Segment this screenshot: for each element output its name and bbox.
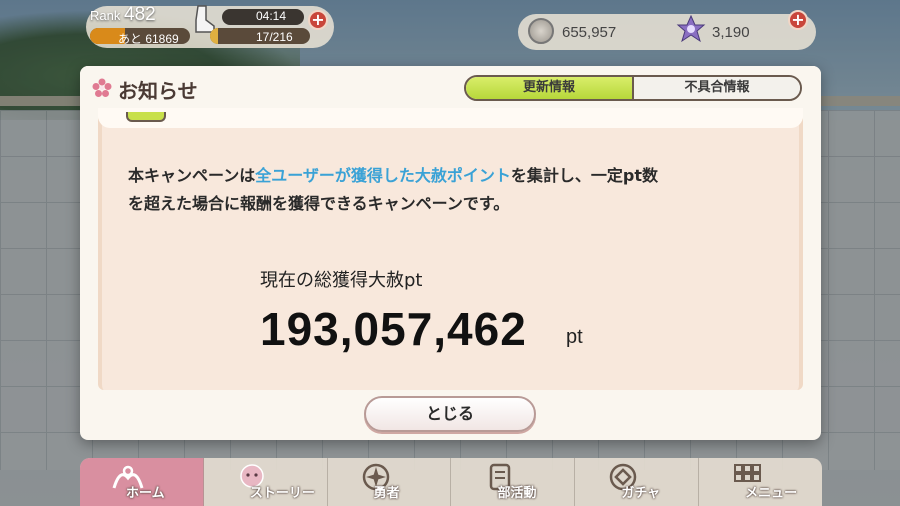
nav-item-menu[interactable]: メニュー — [699, 458, 822, 506]
tab-update-info[interactable]: 更新情報 — [466, 77, 634, 99]
nav-label: メニュー — [745, 486, 798, 501]
add-gems-button[interactable]: + — [788, 10, 808, 30]
nav-item-club[interactable]: 部活動 — [451, 458, 576, 506]
total-points-unit: pt — [566, 326, 583, 348]
exp-remaining: あと 61869 — [118, 32, 179, 46]
nav-label: ストーリー — [249, 486, 315, 501]
bottom-nav: ホーム ストーリー 勇者 部活動 ガチャ メニュー — [80, 458, 822, 506]
nav-label: 部活動 — [497, 486, 537, 501]
sakura-icon — [92, 78, 112, 97]
close-button[interactable]: とじる — [364, 396, 536, 432]
modal-title: お知らせ — [118, 79, 198, 103]
rank-value: 482 — [124, 4, 156, 25]
stamina-timer: 04:14 — [256, 9, 287, 23]
description-text: 本キャンペーンは — [128, 166, 256, 185]
tab-bug-info[interactable]: 不具合情報 — [634, 77, 800, 99]
nav-item-hero[interactable]: 勇者 — [328, 458, 452, 506]
coin-value: 655,957 — [562, 24, 617, 41]
total-points-caption: 現在の総獲得大赦pt — [260, 270, 423, 291]
gem-value: 3,190 — [712, 24, 750, 41]
description-text: を集計し、一定pt数 — [510, 166, 658, 185]
scrolled-banner-edge — [126, 112, 166, 122]
description-text: を超えた場合に報酬を獲得できるキャンペーンです。 — [128, 194, 510, 213]
add-stamina-button[interactable]: + — [308, 10, 328, 30]
stamina-bar-fill — [210, 28, 218, 44]
nav-label: ガチャ — [621, 486, 661, 501]
notice-modal: お知らせ 更新情報 不具合情報 本キャンペーンは全ユーザーが獲得した大赦ポイント… — [80, 66, 821, 440]
nav-label: ホーム — [126, 486, 165, 501]
campaign-description: 本キャンペーンは全ユーザーが獲得した大赦ポイントを集計し、一定pt数 を超えた場… — [128, 162, 778, 218]
coin-icon — [528, 18, 554, 44]
gem-icon — [676, 14, 706, 43]
rank-label: Rank — [90, 8, 121, 23]
total-points-value: 193,057,462 — [260, 303, 527, 355]
nav-item-home[interactable]: ホーム — [80, 458, 204, 506]
nav-item-story[interactable]: ストーリー — [204, 458, 328, 506]
description-highlight: 全ユーザーが獲得した大赦ポイント — [255, 166, 511, 185]
content-scroll-top-edge — [98, 108, 803, 128]
notice-tabs: 更新情報 不具合情報 — [464, 75, 802, 101]
nav-label: 勇者 — [373, 486, 400, 501]
nav-item-gacha[interactable]: ガチャ — [575, 458, 700, 506]
stamina-value: 17/216 — [256, 30, 293, 44]
